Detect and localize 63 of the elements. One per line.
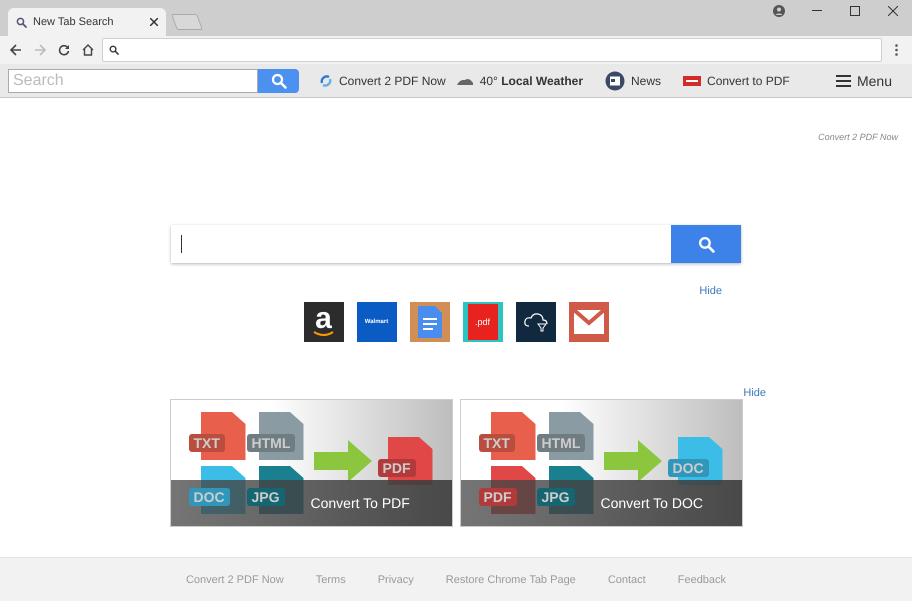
link-text: News [631, 74, 662, 88]
mail-tile[interactable] [568, 302, 608, 342]
more-icon[interactable] [894, 44, 898, 56]
smile-icon [312, 331, 334, 337]
search-button[interactable] [258, 68, 299, 92]
toolbar-link[interactable]: Convert 2 PDF Now [319, 74, 446, 88]
cloud-tile[interactable] [516, 302, 556, 342]
amazon-tile[interactable]: a [304, 302, 344, 342]
file-label: HTML [246, 434, 296, 452]
search-field[interactable]: Search [8, 68, 258, 92]
hide-link[interactable]: Hide [743, 387, 766, 399]
menu-icon [836, 74, 851, 86]
arrow-icon [604, 440, 662, 482]
file-label: JPG [536, 488, 575, 506]
file-label: PDF [378, 459, 416, 477]
search-icon [270, 72, 286, 88]
file-label: DOC [188, 488, 230, 506]
minimize-icon[interactable] [812, 10, 822, 12]
convert-card[interactable]: TXT HTML DOC JPG PDF Convert To PDF [170, 399, 452, 527]
link-text: Convert 2 PDF Now [339, 74, 446, 88]
pdf-label: .pdf [474, 317, 490, 327]
card-title: Convert To PDF [310, 495, 410, 511]
file-label: PDF [478, 488, 516, 506]
search-button[interactable] [671, 225, 741, 263]
back-icon[interactable] [10, 44, 22, 56]
weather-text: 40° Local Weather [480, 74, 584, 88]
refresh-icon [319, 74, 333, 88]
toolbar-link[interactable]: 40° Local Weather [456, 74, 584, 88]
file-label: DOC [668, 459, 709, 477]
file-label: TXT [478, 434, 515, 452]
pdf-icon [683, 76, 702, 86]
account-icon[interactable] [773, 5, 785, 17]
menu-label: Menu [856, 72, 892, 88]
browser-tab[interactable]: New Tab Search [8, 8, 166, 36]
text-cursor [181, 235, 182, 253]
search-icon [109, 45, 119, 55]
letter-logo: a [315, 304, 332, 334]
toolbar-link[interactable]: News [605, 70, 662, 90]
hide-link[interactable]: Hide [699, 285, 722, 297]
brand-text: Convert 2 PDF Now [818, 132, 898, 142]
reload-icon[interactable] [58, 44, 70, 56]
link-text: Convert to PDF [707, 74, 790, 88]
arrow-icon [314, 440, 372, 482]
file-label: JPG [246, 488, 285, 506]
convert-card[interactable]: TXT HTML PDF JPG DOC Convert To DOC [460, 399, 742, 527]
home-icon[interactable] [82, 44, 94, 56]
card-title: Convert To DOC [600, 495, 703, 511]
newspaper-icon [605, 70, 626, 90]
cloud-icon [522, 312, 548, 332]
file-label: TXT [188, 434, 225, 452]
envelope-icon [574, 310, 604, 334]
document-tile[interactable] [410, 302, 450, 342]
document-icon [418, 306, 442, 338]
search-icon [698, 236, 714, 252]
search-icon [16, 16, 27, 28]
close-icon[interactable] [150, 18, 158, 26]
maximize-icon[interactable] [850, 6, 860, 16]
toolbar-link[interactable]: Convert to PDF [683, 74, 790, 88]
pdf-tile[interactable]: .pdf [462, 302, 502, 342]
menu-button[interactable]: Menu [836, 72, 892, 88]
file-label: HTML [536, 434, 586, 452]
close-icon[interactable] [888, 6, 898, 16]
tab-title: New Tab Search [33, 16, 114, 28]
